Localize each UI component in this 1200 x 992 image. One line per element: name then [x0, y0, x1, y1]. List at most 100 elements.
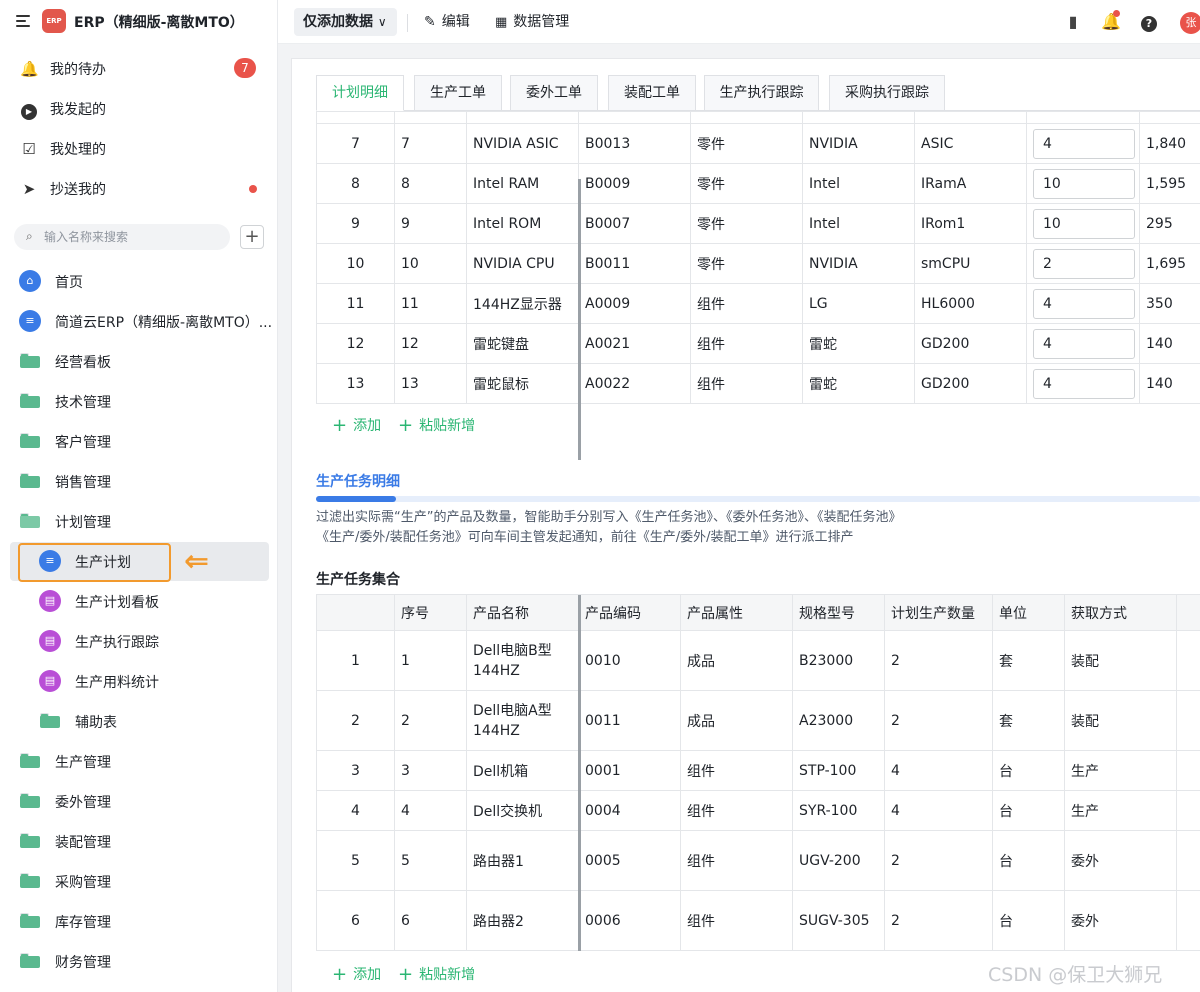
- search-input[interactable]: [44, 224, 224, 250]
- table-row[interactable]: 9 9 Intel ROM B0007 零件 Intel IRom1 10 29…: [316, 203, 1200, 244]
- quantity-input[interactable]: 4: [1033, 328, 1135, 359]
- quantity-input[interactable]: 10: [1033, 168, 1135, 199]
- column-header: 产品名称: [466, 594, 579, 631]
- spec-cell: SYR-100: [792, 790, 885, 831]
- sidebar-item-label: 委外管理: [55, 795, 111, 811]
- brand-cell: Intel: [802, 163, 915, 204]
- table-row[interactable]: 2 2 Dell电脑A型 144HZ 0011 成品 A23000 2 套 装配: [316, 690, 1200, 751]
- attribute-cell: 成品: [680, 690, 793, 751]
- sidebar-item-label: 生产用料统计: [75, 675, 159, 691]
- quantity-input[interactable]: 10: [1033, 208, 1135, 239]
- sidebar-item-finance[interactable]: 财务管理: [0, 941, 278, 981]
- sidebar-item-production[interactable]: 生产管理: [0, 741, 278, 781]
- spec-cell: smCPU: [914, 243, 1027, 284]
- table-row[interactable]: 7 7 NVIDIA ASIC B0013 零件 NVIDIA ASIC 4 1…: [316, 123, 1200, 164]
- column-header: 计划生产数量: [884, 594, 993, 631]
- table-row[interactable]: 10 10 NVIDIA CPU B0011 零件 NVIDIA smCPU 2…: [316, 243, 1200, 284]
- table-row[interactable]: 12 12 雷蛇键盘 A0021 组件 雷蛇 GD200 4 140: [316, 323, 1200, 364]
- app-logo: ERP: [42, 9, 66, 33]
- edit-button[interactable]: ✎ 编辑: [424, 8, 470, 36]
- tab-production-order[interactable]: 生产工单: [414, 75, 502, 111]
- dashboard-icon: ▤: [39, 670, 61, 692]
- acquire-method-cell: 委外: [1064, 830, 1177, 891]
- sidebar-item-customer[interactable]: 客户管理: [0, 421, 278, 461]
- sidebar-item-tech[interactable]: 技术管理: [0, 381, 278, 421]
- arrow-left-icon: ⇐: [184, 544, 210, 579]
- column-scrollbar[interactable]: [578, 179, 581, 460]
- quantity-input[interactable]: 4: [1033, 288, 1135, 319]
- chevron-down-icon: ∨: [377, 15, 387, 29]
- serial-cell: 1: [394, 630, 467, 691]
- task-paste-add-button[interactable]: + 粘贴新增: [398, 964, 475, 985]
- table-row[interactable]: 3 3 Dell机箱 0001 组件 STP-100 4 台 生产: [316, 750, 1200, 791]
- section-description-line2: 《生产/委外/装配任务池》可向车间主管发起通知，前往《生产/委外/装配工单》进行…: [316, 530, 854, 545]
- quantity-input[interactable]: 4: [1033, 368, 1135, 399]
- amount-cell: 1,695: [1139, 243, 1200, 284]
- tab-outsource-order[interactable]: 委外工单: [510, 75, 598, 111]
- tab-assembly-order[interactable]: 装配工单: [608, 75, 696, 111]
- task-add-button[interactable]: + 添加: [332, 964, 381, 985]
- quantity-input[interactable]: 2: [1033, 248, 1135, 279]
- help-icon[interactable]: ?: [1139, 12, 1159, 32]
- table-row[interactable]: 4 4 Dell交换机 0004 组件 SYR-100 4 台 生产: [316, 790, 1200, 831]
- sidebar-item-purchase[interactable]: 采购管理: [0, 861, 278, 901]
- amount-cell: 1,595: [1139, 163, 1200, 204]
- sidebar-item-exec-track[interactable]: ▤ 生产执行跟踪: [0, 621, 278, 661]
- dashboard-icon: ▤: [39, 630, 61, 652]
- table-row[interactable]: 8 8 Intel RAM B0009 零件 Intel IRamA 10 1,…: [316, 163, 1200, 204]
- plan-add-button[interactable]: + 添加: [332, 415, 381, 436]
- sidebar-item-plan-board[interactable]: ▤ 生产计划看板: [0, 581, 278, 621]
- plan-paste-add-button[interactable]: + 粘贴新增: [398, 415, 475, 436]
- nav-my-todo[interactable]: 🔔 我的待办 7: [0, 49, 278, 89]
- sidebar-item-label: 首页: [55, 275, 83, 291]
- sidebar-item-outsource[interactable]: 委外管理: [0, 781, 278, 821]
- plus-icon: +: [398, 415, 414, 436]
- product-name-cell: Dell电脑A型 144HZ: [466, 690, 579, 751]
- quantity-input[interactable]: 4: [1033, 128, 1135, 159]
- unit-cell: 套: [992, 690, 1065, 751]
- add-item-button[interactable]: +: [240, 225, 264, 249]
- product-name-cell: 路由器1: [466, 830, 579, 891]
- sidebar-item-home[interactable]: ⌂ 首页: [0, 261, 278, 301]
- tab-plan-detail[interactable]: 计划明细: [316, 75, 404, 111]
- nav-handled[interactable]: ☑ 我处理的: [0, 129, 278, 169]
- serial-cell: 10: [394, 243, 467, 284]
- sidebar-item-app[interactable]: ≡ 简道云ERP（精细版-离散MTO）...: [0, 301, 278, 341]
- sidebar-item-aux[interactable]: 辅助表: [0, 701, 278, 741]
- nav-cc[interactable]: ➤ 抄送我的: [0, 169, 278, 209]
- nav-initiated[interactable]: ▶ 我发起的: [0, 89, 278, 129]
- folder-open-icon: [20, 513, 40, 528]
- table-row[interactable]: 13 13 雷蛇鼠标 A0022 组件 雷蛇 GD200 4 140: [316, 363, 1200, 404]
- add-label: 添加: [353, 967, 382, 983]
- tab-production-tracking[interactable]: 生产执行跟踪: [704, 75, 819, 111]
- sidebar-item-assembly[interactable]: 装配管理: [0, 821, 278, 861]
- acquire-method-cell: 委外: [1064, 890, 1177, 951]
- menu-collapse-icon[interactable]: [16, 14, 32, 28]
- plan-qty-cell: 2: [884, 830, 993, 891]
- table-row[interactable]: 5 5 路由器1 0005 组件 UGV-200 2 台 委外: [316, 830, 1200, 891]
- table-row[interactable]: 1 1 Dell电脑B型 144HZ 0010 成品 B23000 2 套 装配: [316, 630, 1200, 691]
- sidebar-item-dashboard[interactable]: 经营看板: [0, 341, 278, 381]
- sidebar-item-material-stats[interactable]: ▤ 生产用料统计: [0, 661, 278, 701]
- table-row[interactable]: 11 11 144HZ显示器 A0009 组件 LG HL6000 4 350: [316, 283, 1200, 324]
- notebook-icon[interactable]: ▮: [1063, 12, 1083, 32]
- acquire-method-cell: 生产: [1064, 790, 1177, 831]
- product-code-cell: A0021: [578, 323, 691, 364]
- tab-purchase-tracking[interactable]: 采购执行跟踪: [829, 75, 945, 111]
- data-manage-button[interactable]: ▦ 数据管理: [495, 8, 569, 36]
- column-scrollbar[interactable]: [578, 595, 581, 951]
- sidebar-item-sales[interactable]: 销售管理: [0, 461, 278, 501]
- table-row[interactable]: 6 6 路由器2 0006 组件 SUGV-305 2 台 委外: [316, 890, 1200, 951]
- row-index: 11: [316, 283, 395, 324]
- spec-cell: GD200: [914, 363, 1027, 404]
- nav-label: 我处理的: [50, 142, 106, 158]
- plan-qty-cell: 2: [884, 890, 993, 951]
- sidebar-item-planning[interactable]: 计划管理: [0, 501, 278, 541]
- avatar[interactable]: 张: [1180, 12, 1200, 34]
- folder-icon: [20, 393, 40, 408]
- brand-cell: Intel: [802, 203, 915, 244]
- sidebar-item-inventory[interactable]: 库存管理: [0, 901, 278, 941]
- mode-dropdown[interactable]: 仅添加数据 ∨: [294, 8, 397, 36]
- product-code-cell: A0009: [578, 283, 691, 324]
- serial-cell: 3: [394, 750, 467, 791]
